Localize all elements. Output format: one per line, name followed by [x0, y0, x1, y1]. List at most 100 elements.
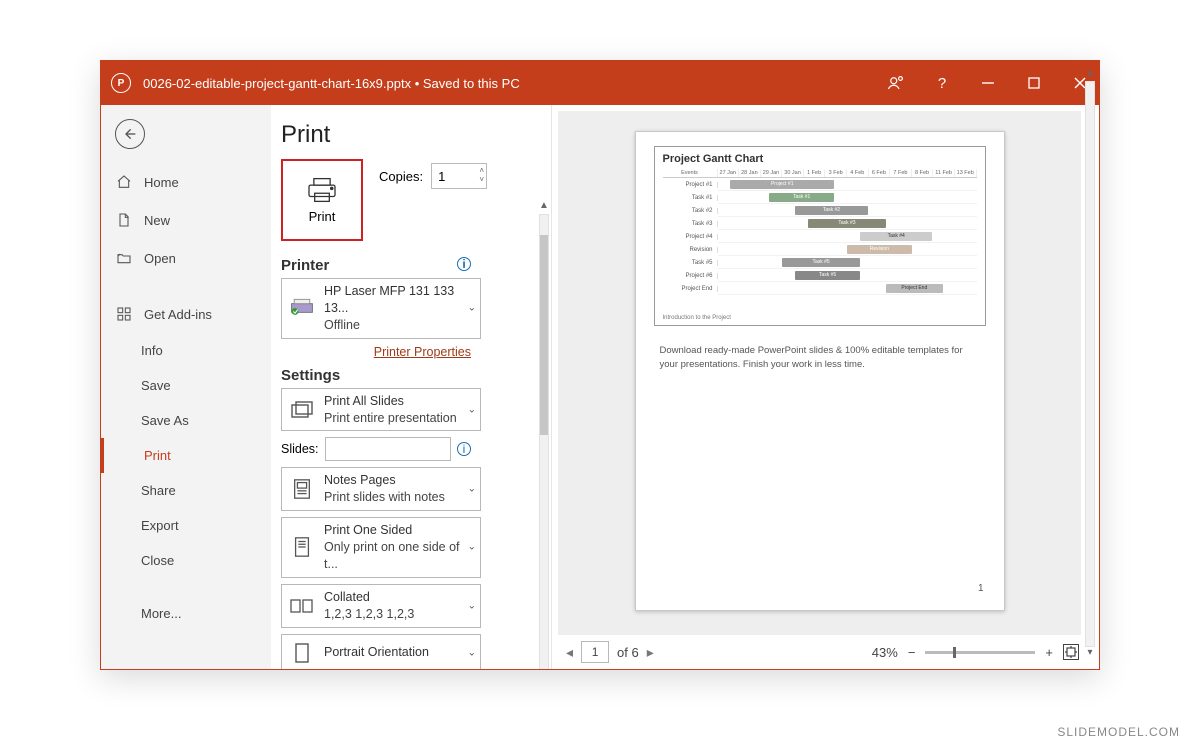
slides-label: Slides: [281, 442, 319, 456]
new-file-icon [115, 211, 133, 229]
nav-home[interactable]: Home [101, 163, 271, 201]
nav-info-label: Info [141, 343, 163, 358]
nav-export[interactable]: Export [101, 508, 271, 543]
minimize-button[interactable] [979, 74, 997, 92]
home-icon [115, 173, 133, 191]
page-input[interactable]: 1 [581, 641, 609, 663]
back-button[interactable] [115, 119, 145, 149]
nav-save[interactable]: Save [101, 368, 271, 403]
nav-saveas-label: Save As [141, 413, 189, 428]
next-page-button[interactable]: ▸ [647, 644, 654, 661]
share-icon[interactable] [887, 74, 905, 92]
chevron-down-icon: ⌄ [468, 303, 476, 314]
printer-device-icon [288, 294, 316, 322]
info-icon[interactable]: i [457, 257, 471, 271]
printer-name: HP Laser MFP 131 133 13... [324, 283, 462, 317]
setting-sides[interactable]: Print One Sided Only print on one side o… [281, 517, 481, 578]
chevron-down-icon: ⌄ [468, 484, 476, 495]
nav-more[interactable]: More... [101, 596, 271, 631]
printer-icon [305, 177, 339, 203]
page-total-label: of 6 [617, 645, 639, 660]
slides-range-input[interactable] [325, 437, 451, 461]
nav-share[interactable]: Share [101, 473, 271, 508]
nav-print-label: Print [144, 448, 171, 463]
nav-addins-label: Get Add-ins [144, 307, 212, 322]
nav-home-label: Home [144, 175, 179, 190]
setting-collated[interactable]: Collated 1,2,3 1,2,3 1,2,3 ⌄ [281, 584, 481, 628]
addins-grid-icon [115, 305, 133, 323]
save-status: • Saved to this PC [411, 76, 520, 91]
copies-label: Copies: [379, 169, 423, 184]
printer-properties-link[interactable]: Printer Properties [374, 345, 471, 359]
zoom-out-button[interactable]: − [908, 645, 916, 660]
settings-scrollbar[interactable]: ▲ ▼ [537, 200, 551, 663]
page-title: Print [281, 121, 545, 149]
print-button[interactable]: Print [281, 159, 363, 241]
nav-new-label: New [144, 213, 170, 228]
nav-save-as[interactable]: Save As [101, 403, 271, 438]
watermark: SLIDEMODEL.COM [1057, 725, 1180, 739]
scroll-up-icon[interactable]: ▴ [1083, 67, 1097, 81]
zoom-slider[interactable] [925, 651, 1035, 654]
scrollbar-thumb[interactable] [540, 235, 548, 435]
preview-scrollbar[interactable]: ▴ ▾ [1083, 67, 1097, 633]
slide-footer: Introduction to the Project [663, 315, 977, 321]
nav-print[interactable]: Print [101, 438, 271, 473]
preview-footer: ◂ 1 of 6 ▸ 43% − + [552, 635, 1099, 669]
nav-share-label: Share [141, 483, 176, 498]
zoom-percent: 43% [872, 645, 898, 660]
copies-value: 1 [438, 169, 445, 184]
scroll-up-icon[interactable]: ▲ [537, 200, 551, 214]
nav-info[interactable]: Info [101, 333, 271, 368]
filename: 0026-02-editable-project-gantt-chart-16x… [143, 76, 411, 91]
chevron-down-icon: ⌄ [468, 404, 476, 415]
nav-export-label: Export [141, 518, 179, 533]
chevron-down-icon: ⌄ [468, 647, 476, 658]
nav-close[interactable]: Close [101, 543, 271, 578]
zoom-handle[interactable] [953, 647, 956, 658]
zoom-in-button[interactable]: + [1045, 645, 1053, 660]
slides-stack-icon [288, 396, 316, 424]
powerpoint-backstage-window: P 0026-02-editable-project-gantt-chart-1… [100, 60, 1100, 670]
one-sided-icon [288, 533, 316, 561]
maximize-button[interactable] [1025, 74, 1043, 92]
collated-icon [288, 592, 316, 620]
prev-page-button[interactable]: ◂ [566, 644, 573, 661]
portrait-icon [288, 639, 316, 667]
notes-page-icon [288, 475, 316, 503]
help-icon[interactable]: ? [933, 74, 951, 92]
nav-open-label: Open [144, 251, 176, 266]
settings-section-label: Settings [281, 367, 481, 384]
setting-print-range[interactable]: Print All Slides Print entire presentati… [281, 388, 481, 432]
printer-section-label: Printer i [281, 257, 481, 274]
open-folder-icon [115, 249, 133, 267]
gantt-body: Project #1Project #1 Task #1Task #1 Task… [663, 178, 977, 295]
slide-title: Project Gantt Chart [663, 153, 977, 165]
info-icon[interactable]: i [457, 442, 471, 456]
powerpoint-logo-icon: P [111, 73, 131, 93]
setting-layout[interactable]: Notes Pages Print slides with notes ⌄ [281, 467, 481, 511]
print-settings-panel: Print Print Copies: 1 ˄˅ [271, 105, 551, 669]
printer-selector[interactable]: HP Laser MFP 131 133 13... Offline ⌄ [281, 278, 481, 339]
nav-open[interactable]: Open [101, 239, 271, 277]
chevron-down-icon: ⌄ [468, 542, 476, 553]
print-button-label: Print [309, 209, 336, 224]
nav-new[interactable]: New [101, 201, 271, 239]
window-controls: ? [887, 74, 1089, 92]
setting-orientation[interactable]: Portrait Orientation ⌄ [281, 634, 481, 671]
chevron-down-icon: ⌄ [468, 600, 476, 611]
preview-page: Project Gantt Chart Events 27 Jan28 Jan … [635, 131, 1005, 611]
titlebar: P 0026-02-editable-project-gantt-chart-1… [101, 61, 1099, 105]
nav-save-label: Save [141, 378, 171, 393]
preview-viewport: Project Gantt Chart Events 27 Jan28 Jan … [558, 111, 1081, 635]
nav-more-label: More... [141, 606, 181, 621]
print-preview-panel: Project Gantt Chart Events 27 Jan28 Jan … [551, 105, 1099, 669]
spinner-arrows-icon[interactable]: ˄˅ [479, 166, 484, 184]
gantt-header: Events 27 Jan28 Jan 29 Jan30 Jan 1 Feb3 … [663, 169, 977, 178]
nav-addins[interactable]: Get Add-ins [101, 295, 271, 333]
copies-input[interactable]: 1 ˄˅ [431, 163, 487, 189]
nav-close-label: Close [141, 553, 174, 568]
printer-status: Offline [324, 317, 462, 334]
fit-to-window-button[interactable] [1063, 644, 1079, 660]
scroll-down-icon[interactable]: ▾ [1083, 647, 1097, 661]
